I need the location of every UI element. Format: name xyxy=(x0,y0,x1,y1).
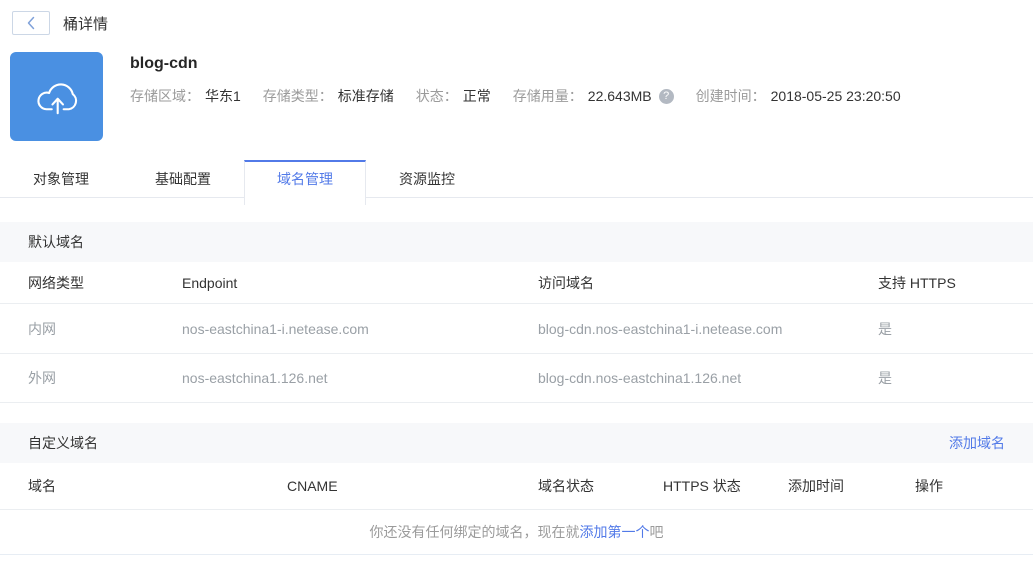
help-icon[interactable] xyxy=(658,88,674,104)
col-actions: 操作 xyxy=(915,478,943,494)
bucket-header: blog-cdn 存储区域： 华东1 存储类型： 标准存储 状态： 正常 存储用… xyxy=(10,52,1033,141)
https-support-value: 是 xyxy=(878,320,892,337)
bucket-meta: blog-cdn 存储区域： 华东1 存储类型： 标准存储 状态： 正常 存储用… xyxy=(130,52,923,141)
bucket-info-line: 存储区域： 华东1 存储类型： 标准存储 状态： 正常 存储用量： 22.643… xyxy=(130,86,923,106)
tab-resource-monitor[interactable]: 资源监控 xyxy=(366,160,488,197)
chevron-left-icon xyxy=(26,16,36,30)
custom-domains-title: 自定义域名 xyxy=(28,435,98,451)
topbar: 桶详情 xyxy=(0,0,1033,36)
custom-domains-section-header: 自定义域名 添加域名 xyxy=(0,423,1033,463)
empty-state: 你还没有任何绑定的域名，现在就 添加第一个吧 xyxy=(0,510,1033,555)
add-domain-button[interactable]: 添加域名 xyxy=(949,433,1005,453)
https-support-value: 是 xyxy=(878,370,892,386)
info-created-time: 创建时间： 2018-05-25 23:20:50 xyxy=(695,88,901,104)
col-https-support: 支持 HTTPS xyxy=(878,274,956,291)
empty-state-text: 你还没有任何绑定的域名，现在就 xyxy=(369,524,580,540)
custom-domains-header-row: 域名 CNAME 域名状态 HTTPS 状态 添加时间 操作 xyxy=(0,463,1033,510)
tab-domain-management[interactable]: 域名管理 xyxy=(244,160,366,205)
col-add-time: 添加时间 xyxy=(788,478,844,494)
access-domain-value: blog-cdn.nos-eastchina1-i.netease.com xyxy=(538,320,783,337)
col-domain: 域名 xyxy=(28,478,56,494)
empty-state-suffix: 吧 xyxy=(649,524,664,540)
col-endpoint: Endpoint xyxy=(182,274,238,291)
tab-object-management[interactable]: 对象管理 xyxy=(0,160,122,197)
info-region: 存储区域： 华东1 xyxy=(130,88,241,104)
table-row: 内网 nos-eastchina1-i.netease.com blog-cdn… xyxy=(0,304,1033,354)
endpoint-value: nos-eastchina1.126.net xyxy=(182,370,328,386)
tab-basic-config[interactable]: 基础配置 xyxy=(122,160,244,197)
info-storage-type: 存储类型： 标准存储 xyxy=(262,88,394,104)
col-access-domain: 访问域名 xyxy=(538,274,594,291)
network-type: 外网 xyxy=(28,370,56,386)
col-network-type: 网络类型 xyxy=(28,274,84,291)
info-storage-usage: 存储用量： 22.643MB xyxy=(513,86,674,106)
col-cname: CNAME xyxy=(287,478,338,494)
page-title: 桶详情 xyxy=(63,15,109,33)
bucket-cloud-upload-icon xyxy=(10,52,103,141)
bucket-name: blog-cdn xyxy=(130,55,198,72)
access-domain-value: blog-cdn.nos-eastchina1.126.net xyxy=(538,370,742,386)
endpoint-value: nos-eastchina1-i.netease.com xyxy=(182,320,369,337)
tab-bar: 对象管理 基础配置 域名管理 资源监控 xyxy=(0,160,1033,205)
custom-domains-table: 域名 CNAME 域名状态 HTTPS 状态 添加时间 操作 你还没有任何绑定的… xyxy=(0,463,1033,555)
back-button[interactable] xyxy=(12,11,50,35)
default-domains-section-header: 默认域名 xyxy=(0,222,1033,262)
default-domains-title: 默认域名 xyxy=(28,234,84,250)
table-row: 外网 nos-eastchina1.126.net blog-cdn.nos-e… xyxy=(0,354,1033,403)
default-domains-header-row: 网络类型 Endpoint 访问域名 支持 HTTPS xyxy=(0,262,1033,304)
col-domain-status: 域名状态 xyxy=(538,478,594,494)
default-domains-table: 网络类型 Endpoint 访问域名 支持 HTTPS 内网 nos-eastc… xyxy=(0,262,1033,403)
network-type: 内网 xyxy=(28,320,56,337)
add-first-domain-link[interactable]: 添加第一个 xyxy=(580,522,650,542)
info-status: 状态： 正常 xyxy=(415,88,491,104)
col-https-status: HTTPS 状态 xyxy=(663,478,741,494)
